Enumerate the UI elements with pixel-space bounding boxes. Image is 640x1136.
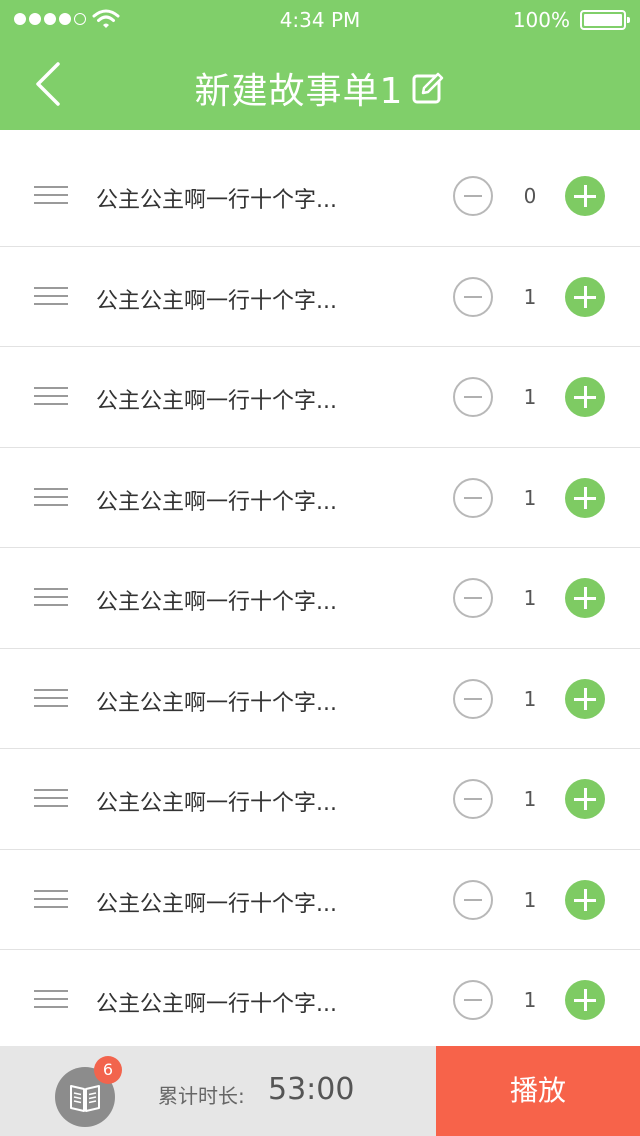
item-count: 1: [523, 988, 537, 1012]
increase-button[interactable]: [565, 377, 605, 417]
footer-bar: 6 累计时长: 53:00 播放: [0, 1046, 640, 1136]
drag-handle-icon[interactable]: [34, 487, 68, 508]
item-title: 公主公主啊一行十个字...: [96, 791, 337, 816]
item-count: 0: [523, 184, 537, 208]
increase-button[interactable]: [565, 477, 605, 518]
count-badge: 6: [94, 1056, 122, 1084]
item-title: 公主公主啊一行十个字...: [96, 288, 337, 314]
increase-button[interactable]: [565, 779, 605, 819]
increase-button[interactable]: [565, 176, 605, 216]
duration-value: 53:00: [268, 1072, 355, 1107]
item-count: 1: [523, 284, 537, 309]
list-item: 公主公主啊一行十个字... 1: [0, 749, 640, 850]
item-count: 1: [523, 385, 537, 409]
increase-button[interactable]: [565, 879, 605, 920]
duration-label: 累计时长:: [158, 1084, 245, 1108]
item-title: 公主公主啊一行十个字...: [96, 590, 337, 615]
decrease-button[interactable]: [453, 578, 493, 618]
item-title: 公主公主啊一行十个字...: [96, 389, 337, 414]
book-icon: [70, 1085, 100, 1112]
increase-button[interactable]: [565, 678, 605, 719]
item-count: 1: [523, 485, 537, 510]
decrease-button[interactable]: [453, 176, 493, 216]
drag-handle-icon[interactable]: [34, 186, 68, 206]
increase-button[interactable]: [565, 578, 605, 618]
navigation-bar: 新建故事单1: [0, 40, 640, 130]
item-title: 公主公主啊一行十个字...: [96, 891, 337, 917]
list-item: 公主公主啊一行十个字... 1: [0, 649, 640, 749]
decrease-button[interactable]: [453, 276, 493, 317]
list-item: 公主公主啊一行十个字... 0: [0, 146, 640, 247]
list-item: 公主公主啊一行十个字... 1: [0, 950, 640, 1051]
battery-icon: [580, 10, 630, 30]
decrease-button[interactable]: [453, 980, 493, 1020]
item-title: 公主公主啊一行十个字...: [96, 489, 337, 515]
edit-icon: [412, 72, 444, 104]
list-item: 公主公主啊一行十个字... 1: [0, 548, 640, 649]
item-count: 1: [523, 586, 537, 610]
drag-handle-icon[interactable]: [34, 990, 68, 1010]
item-title: 公主公主啊一行十个字...: [96, 188, 337, 213]
decrease-button[interactable]: [453, 477, 493, 518]
decrease-button[interactable]: [453, 377, 493, 417]
drag-handle-icon[interactable]: [34, 387, 68, 407]
drag-handle-icon[interactable]: [34, 688, 68, 709]
item-count: 1: [523, 887, 537, 912]
duration-panel: 6 累计时长: 53:00: [0, 1046, 436, 1136]
drag-handle-icon[interactable]: [34, 588, 68, 608]
decrease-button[interactable]: [453, 678, 493, 719]
list-item: 公主公主啊一行十个字... 1: [0, 247, 640, 347]
battery-percentage: 100%: [512, 8, 570, 32]
status-bar: 4:34 PM 100%: [0, 0, 640, 40]
item-count: 1: [523, 787, 537, 811]
drag-handle-icon[interactable]: [34, 789, 68, 809]
page-title: 新建故事单1: [194, 71, 404, 112]
list-item: 公主公主啊一行十个字... 1: [0, 850, 640, 950]
decrease-button[interactable]: [453, 779, 493, 819]
item-title: 公主公主啊一行十个字...: [96, 992, 337, 1017]
title-group: 新建故事单1: [0, 62, 640, 114]
item-title: 公主公主啊一行十个字...: [96, 690, 337, 716]
play-button[interactable]: 播放: [436, 1046, 640, 1136]
header: 4:34 PM 100% 新建故事单1: [0, 0, 640, 130]
increase-button[interactable]: [565, 276, 605, 317]
story-list: 公主公主啊一行十个字... 0 公主公主啊一行十个字... 1 公主公主啊一行十…: [0, 146, 640, 1051]
item-count: 1: [523, 686, 537, 711]
drag-handle-icon[interactable]: [34, 889, 68, 910]
list-item: 公主公主啊一行十个字... 1: [0, 448, 640, 548]
drag-handle-icon[interactable]: [34, 286, 68, 307]
increase-button[interactable]: [565, 980, 605, 1020]
edit-title-button[interactable]: [411, 71, 445, 105]
decrease-button[interactable]: [453, 879, 493, 920]
list-item: 公主公主啊一行十个字... 1: [0, 347, 640, 448]
